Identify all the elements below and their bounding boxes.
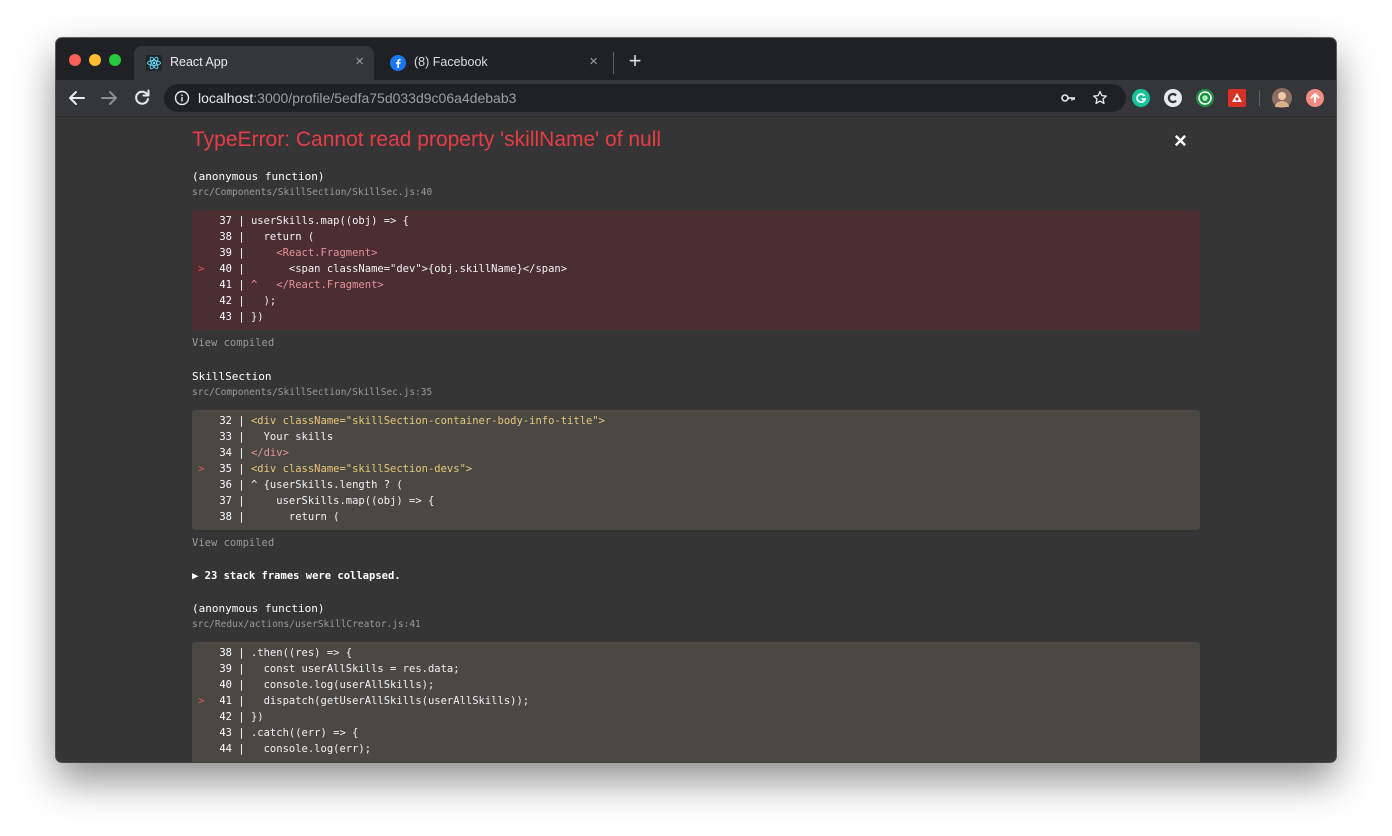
code-line: 32 | <div className="skillSection-contai… [219,415,605,427]
code-line: 40 | console.log(userAllSkills); [219,679,435,691]
close-tab-icon[interactable]: × [589,53,598,71]
code-line: 38 | return ( [219,511,340,523]
star-icon[interactable] [1092,90,1108,106]
code-line: 42 | }) [219,711,264,723]
forward-arrow-icon[interactable] [98,87,120,109]
grammarly-icon[interactable] [1132,89,1150,107]
tab-title: (8) Facebook [414,55,488,69]
code-line: 38 | return ( [219,231,315,243]
code-line-highlighted: >41 | dispatch(getUserAllSkills(userAllS… [198,695,530,707]
tab-title: React App [170,55,228,69]
frame-file[interactable]: src/Components/SkillSection/SkillSec.js:… [192,187,432,198]
frame-function: (anonymous function) [192,170,325,183]
tab-react-app[interactable]: React App × [134,46,374,80]
tab-strip: React App × (8) Facebook × + [56,38,1336,80]
browser-window: React App × (8) Facebook × + localhost:3… [56,38,1336,762]
view-compiled-link[interactable]: View compiled [192,337,274,349]
react-icon [146,55,162,71]
key-icon[interactable] [1060,90,1076,106]
toolbar-divider [1259,90,1260,106]
close-overlay-icon[interactable]: × [1174,129,1187,153]
reload-icon[interactable] [131,87,153,109]
tab-divider [613,52,614,74]
code-snippet: 38 | .then((res) => { 39 | const userAll… [192,642,1200,762]
code-line: 41 | ^ </React.Fragment> [219,279,384,291]
view-compiled-link[interactable]: View compiled [192,537,274,549]
extension-c-icon[interactable] [1164,89,1182,107]
code-line: 38 | .then((res) => { [219,647,353,659]
close-window-button[interactable] [69,54,81,66]
minimize-window-button[interactable] [89,54,101,66]
url-path: :3000/profile/5edfa75d033d9c06a4debab3 [253,90,517,106]
code-line: 33 | Your skills [219,431,334,443]
frame-function: SkillSection [192,370,272,383]
code-line: 34 | </div> [219,447,289,459]
extension-red-icon[interactable] [1228,89,1246,107]
browser-toolbar: localhost:3000/profile/5edfa75d033d9c06a… [56,80,1336,117]
address-bar[interactable]: localhost:3000/profile/5edfa75d033d9c06a… [164,84,1126,112]
code-snippet: 37 | userSkills.map((obj) => { 38 | retu… [192,210,1200,330]
error-title: TypeError: Cannot read property 'skillNa… [192,128,662,151]
code-snippet: 32 | <div className="skillSection-contai… [192,410,1200,530]
url-host: localhost [198,90,254,106]
close-tab-icon[interactable]: × [355,53,364,71]
new-tab-button[interactable]: + [624,50,646,72]
code-line: 42 | ); [219,295,277,307]
facebook-icon [390,55,406,71]
code-line: 39 | const userAllSkills = res.data; [219,663,460,675]
code-line: 36 | ^ {userSkills.length ? ( [219,479,403,491]
extension-target-icon[interactable] [1196,89,1214,107]
info-icon[interactable] [174,90,190,106]
code-line: 37 | userSkills.map((obj) => { [219,495,435,507]
avatar[interactable] [1272,88,1292,108]
code-line-highlighted: >35 | <div className="skillSection-devs"… [198,463,473,475]
code-line-highlighted: >40 | <span className="dev">{obj.skillNa… [198,263,568,275]
code-line: 44 | console.log(err); [219,743,372,755]
frame-file[interactable]: src/Redux/actions/userSkillCreator.js:41 [192,619,421,630]
error-overlay: TypeError: Cannot read property 'skillNa… [56,117,1336,762]
url-text[interactable]: localhost:3000/profile/5edfa75d033d9c06a… [198,90,516,106]
maximize-window-button[interactable] [109,54,121,66]
frame-file[interactable]: src/Components/SkillSection/SkillSec.js:… [192,387,432,398]
collapsed-frames-toggle[interactable]: ▶ 23 stack frames were collapsed. [192,570,401,582]
update-icon[interactable] [1306,89,1324,107]
frame-function: (anonymous function) [192,602,325,615]
code-line: 37 | userSkills.map((obj) => { [219,215,410,227]
back-arrow-icon[interactable] [66,87,88,109]
code-line: 43 | .catch((err) => { [219,727,359,739]
code-line: 39 | <React.Fragment> [219,247,378,259]
tab-facebook[interactable]: (8) Facebook × [378,46,608,80]
code-line: 43 | }) [219,311,264,323]
